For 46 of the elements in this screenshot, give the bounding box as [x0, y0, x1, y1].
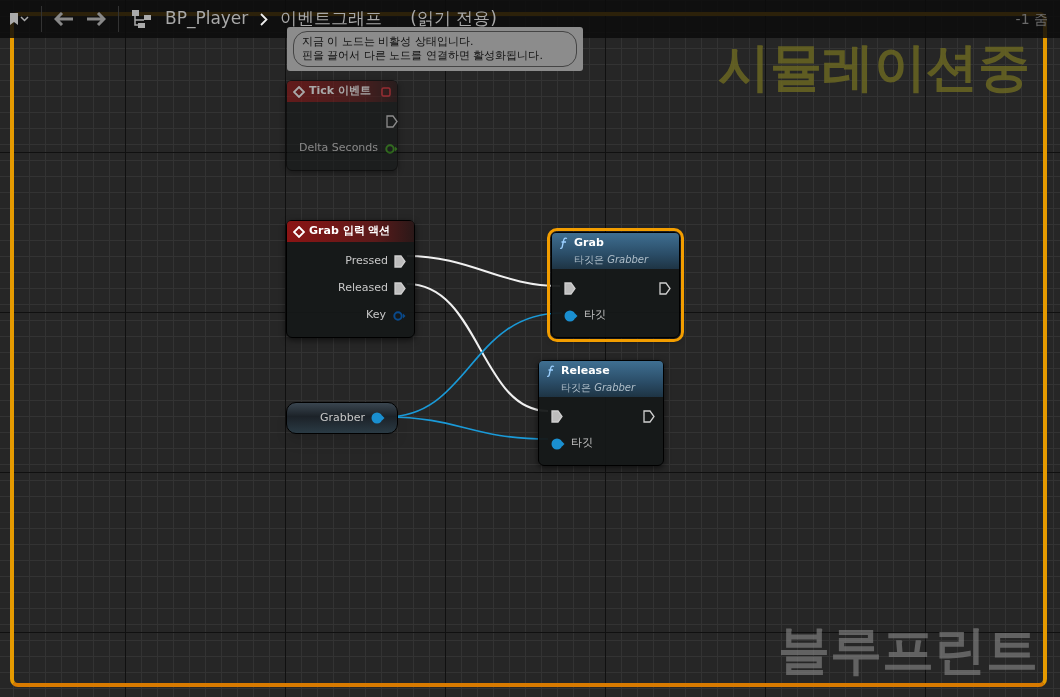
- chevron-right-icon: [260, 12, 269, 26]
- watermark-status: 시뮬레이션중: [718, 36, 1030, 99]
- delegate-square-icon: [381, 86, 391, 97]
- pin-label: Pressed: [345, 253, 388, 270]
- variable-node[interactable]: Grabber: [286, 402, 398, 434]
- function-icon: [560, 237, 568, 250]
- pin-label: 타깃: [571, 435, 593, 452]
- data-pin-icon[interactable]: [564, 309, 578, 322]
- function-icon: [547, 365, 555, 378]
- forward-button[interactable]: [86, 12, 106, 26]
- exec-pin-icon[interactable]: [551, 410, 563, 423]
- pin-label: Delta Seconds: [299, 140, 379, 157]
- node-title: Tick 이벤트: [309, 83, 371, 100]
- data-pin-icon[interactable]: [551, 437, 565, 450]
- read-only-label: (읽기 전용): [410, 7, 497, 31]
- pin-label: 타깃: [584, 307, 606, 324]
- node-title: Release: [561, 363, 610, 379]
- event-node[interactable]: Grab 입력 액션 Pressed Released Key: [286, 220, 415, 338]
- exec-pin-icon[interactable]: [564, 282, 576, 295]
- data-pin-icon[interactable]: [371, 412, 385, 424]
- zoom-level: -1 줌: [1015, 9, 1048, 29]
- arrow-left-icon: [54, 12, 74, 26]
- pin-label: Released: [338, 280, 388, 297]
- bookmark-button[interactable]: [10, 13, 29, 25]
- variable-label: Grabber: [319, 409, 365, 426]
- back-button[interactable]: [54, 12, 74, 26]
- arrow-right-icon: [86, 12, 106, 26]
- node-subtitle: 타깃은 Grabber: [560, 380, 637, 395]
- chevron-down-icon: [20, 16, 29, 22]
- node-subtitle: 타깃은 Grabber: [573, 252, 650, 267]
- exec-pin-icon[interactable]: [394, 282, 406, 295]
- exec-pin-icon[interactable]: [643, 410, 655, 423]
- exec-pin-icon[interactable]: [394, 255, 406, 268]
- tooltip-text: 핀을 끌어서 다른 노드를 연결하면 활성화됩니다.: [302, 49, 544, 63]
- event-diamond-icon: [293, 225, 305, 238]
- bookmark-icon: [10, 13, 18, 25]
- node-title: Grab: [574, 235, 604, 251]
- breadcrumb-item[interactable]: BP_Player: [165, 6, 249, 32]
- graph-hierarchy-icon: [131, 9, 153, 29]
- event-diamond-icon: [293, 85, 305, 98]
- node-title: Grab 입력 액션: [309, 223, 391, 240]
- tooltip-text: 지금 이 노드는 비활성 상태입니다.: [302, 35, 475, 49]
- pin-label: Key: [366, 307, 386, 324]
- watermark-graph-type: 블루프린트: [778, 619, 1038, 682]
- function-node[interactable]: Release 타깃은 Grabber 타깃: [538, 360, 664, 466]
- exec-pin-icon[interactable]: [659, 282, 671, 295]
